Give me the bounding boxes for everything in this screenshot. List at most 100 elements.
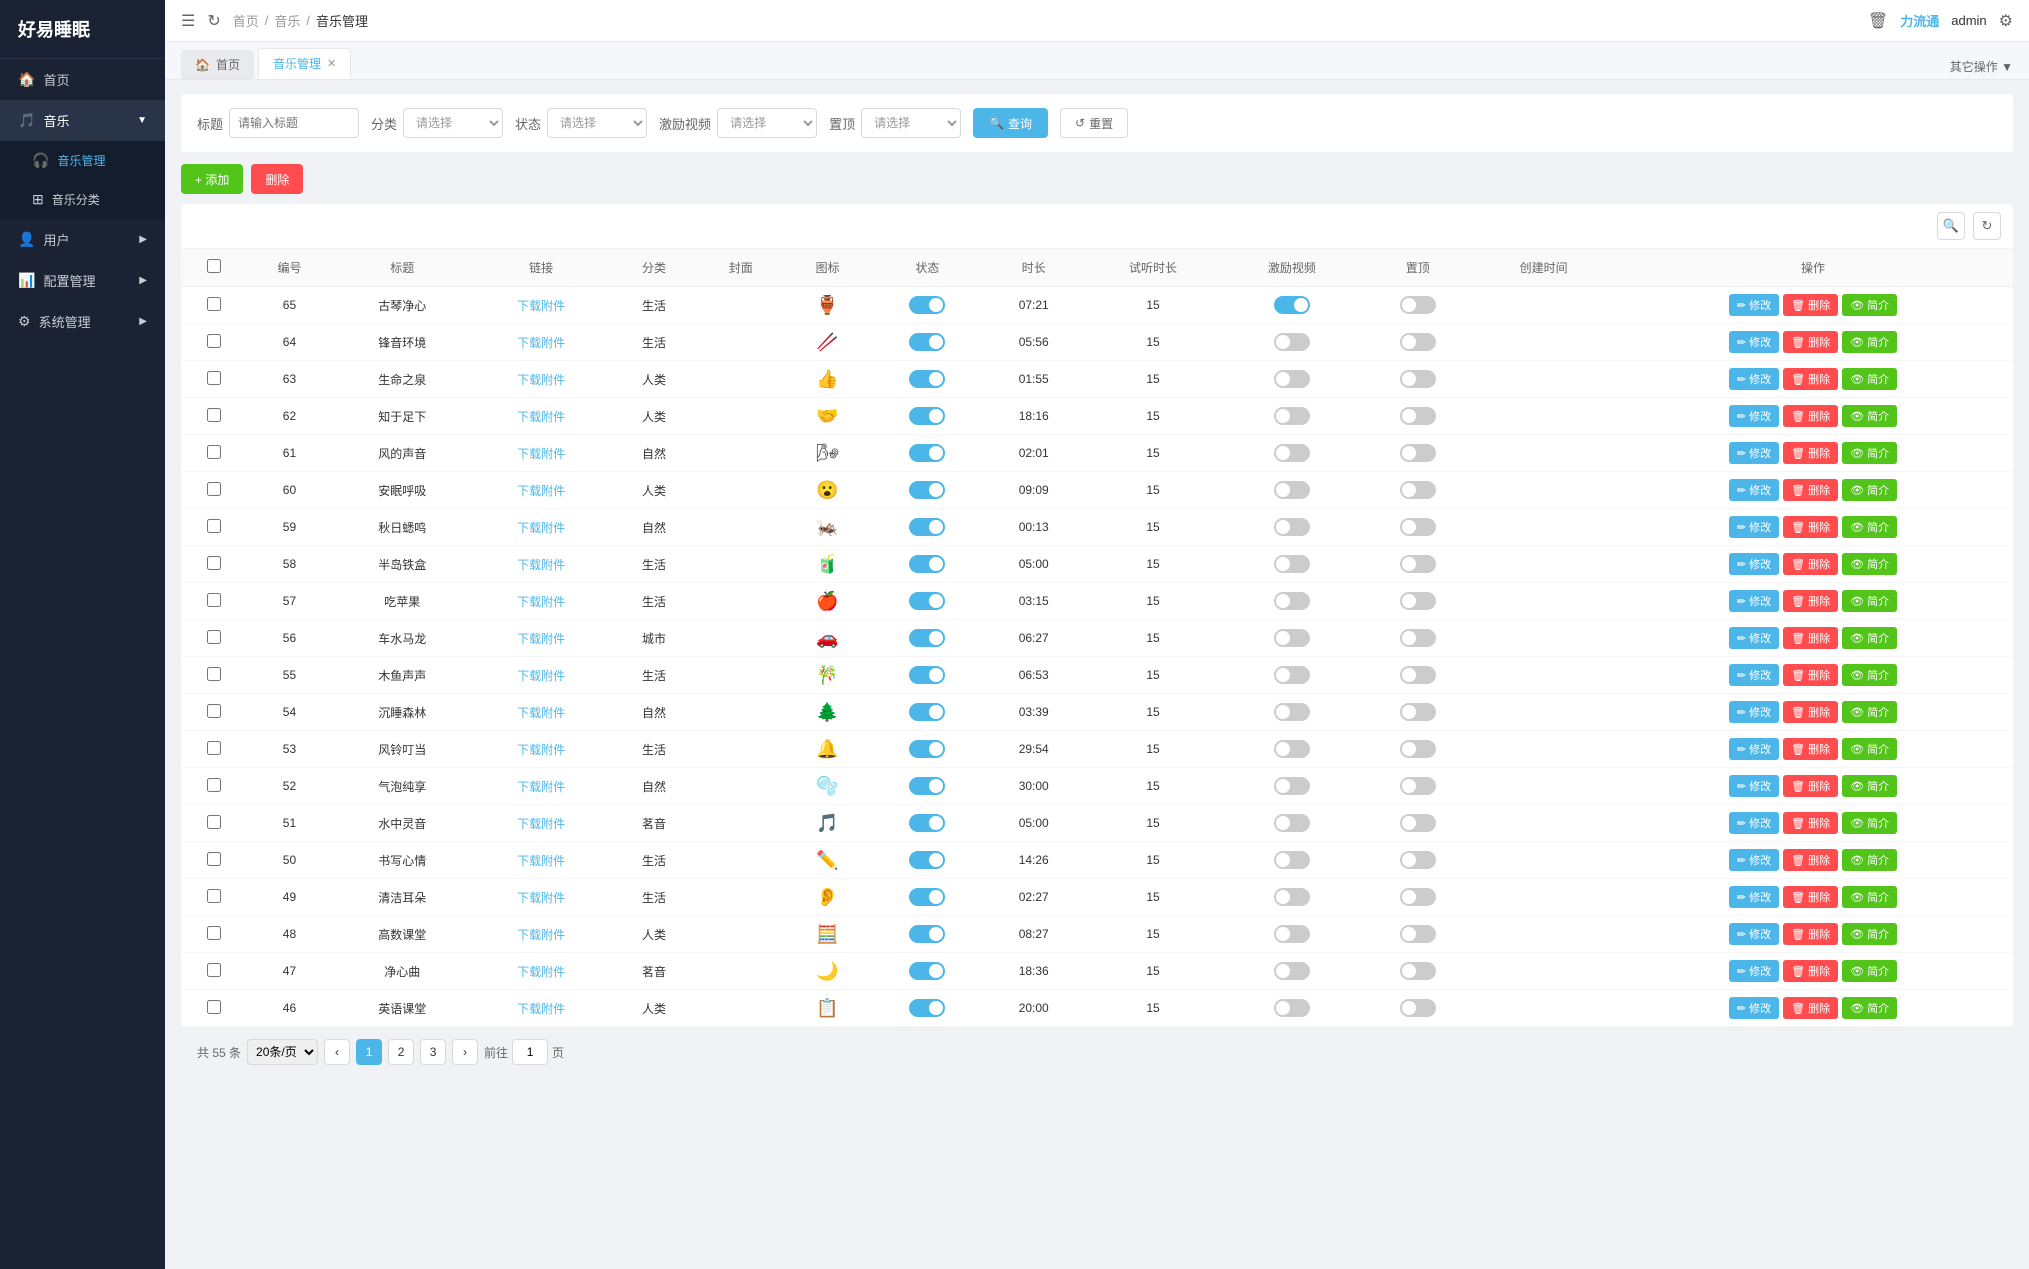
- row-link[interactable]: 下载附件: [472, 768, 611, 805]
- video-toggle[interactable]: [1274, 999, 1310, 1017]
- intro-button[interactable]: 👁 简介: [1842, 368, 1897, 390]
- tab-close-icon[interactable]: ✕: [327, 57, 336, 70]
- row-checkbox[interactable]: [207, 852, 221, 866]
- other-ops-dropdown[interactable]: 其它操作 ▼: [1950, 58, 2013, 79]
- status-toggle[interactable]: [909, 592, 945, 610]
- status-toggle[interactable]: [909, 999, 945, 1017]
- edit-button[interactable]: ✏ 修改: [1729, 405, 1779, 427]
- delete-button[interactable]: 🗑 删除: [1783, 294, 1838, 316]
- video-toggle[interactable]: [1274, 481, 1310, 499]
- row-checkbox[interactable]: [207, 445, 221, 459]
- intro-button[interactable]: 👁 简介: [1842, 516, 1897, 538]
- tab-home[interactable]: 🏠 首页: [181, 50, 254, 79]
- row-checkbox[interactable]: [207, 963, 221, 977]
- select-all-checkbox[interactable]: [207, 259, 221, 273]
- row-link[interactable]: 下载附件: [472, 287, 611, 324]
- edit-button[interactable]: ✏ 修改: [1729, 442, 1779, 464]
- status-toggle[interactable]: [909, 333, 945, 351]
- search-top-select[interactable]: 请选择: [861, 108, 961, 138]
- row-checkbox[interactable]: [207, 704, 221, 718]
- breadcrumb-music[interactable]: 音乐: [274, 11, 300, 30]
- top-toggle[interactable]: [1400, 777, 1436, 795]
- video-toggle[interactable]: [1274, 703, 1310, 721]
- row-link[interactable]: 下载附件: [472, 805, 611, 842]
- status-toggle[interactable]: [909, 370, 945, 388]
- top-toggle[interactable]: [1400, 555, 1436, 573]
- row-link[interactable]: 下载附件: [472, 435, 611, 472]
- video-toggle[interactable]: [1274, 629, 1310, 647]
- delete-button[interactable]: 🗑 删除: [1783, 886, 1838, 908]
- edit-button[interactable]: ✏ 修改: [1729, 849, 1779, 871]
- row-link[interactable]: 下载附件: [472, 842, 611, 879]
- row-checkbox[interactable]: [207, 667, 221, 681]
- sidebar-item-music[interactable]: 🎵 音乐 ▼: [0, 100, 165, 141]
- intro-button[interactable]: 👁 简介: [1842, 590, 1897, 612]
- reset-button[interactable]: ↺ 重置: [1060, 108, 1128, 138]
- intro-button[interactable]: 👁 简介: [1842, 701, 1897, 723]
- top-toggle[interactable]: [1400, 296, 1436, 314]
- row-checkbox[interactable]: [207, 815, 221, 829]
- intro-button[interactable]: 👁 简介: [1842, 294, 1897, 316]
- row-link[interactable]: 下载附件: [472, 916, 611, 953]
- top-toggle[interactable]: [1400, 481, 1436, 499]
- delete-button[interactable]: 🗑 删除: [1783, 331, 1838, 353]
- row-checkbox[interactable]: [207, 630, 221, 644]
- delete-button[interactable]: 🗑 删除: [1783, 627, 1838, 649]
- status-toggle[interactable]: [909, 407, 945, 425]
- intro-button[interactable]: 👁 简介: [1842, 405, 1897, 427]
- video-toggle[interactable]: [1274, 666, 1310, 684]
- top-toggle[interactable]: [1400, 999, 1436, 1017]
- page-jump-input[interactable]: [512, 1039, 548, 1065]
- intro-button[interactable]: 👁 简介: [1842, 775, 1897, 797]
- status-toggle[interactable]: [909, 777, 945, 795]
- video-toggle[interactable]: [1274, 296, 1310, 314]
- delete-button[interactable]: 🗑 删除: [1783, 442, 1838, 464]
- video-toggle[interactable]: [1274, 814, 1310, 832]
- row-checkbox[interactable]: [207, 519, 221, 533]
- top-toggle[interactable]: [1400, 370, 1436, 388]
- delete-button[interactable]: 🗑 删除: [1783, 405, 1838, 427]
- delete-button[interactable]: 🗑 删除: [1783, 775, 1838, 797]
- video-toggle[interactable]: [1274, 555, 1310, 573]
- row-link[interactable]: 下载附件: [472, 546, 611, 583]
- video-toggle[interactable]: [1274, 740, 1310, 758]
- edit-button[interactable]: ✏ 修改: [1729, 738, 1779, 760]
- top-toggle[interactable]: [1400, 962, 1436, 980]
- sidebar-item-config[interactable]: 📊 配置管理 ▶: [0, 260, 165, 301]
- sidebar-item-music-manage[interactable]: 🎧 音乐管理: [0, 141, 165, 180]
- row-link[interactable]: 下载附件: [472, 694, 611, 731]
- search-video-select[interactable]: 请选择: [717, 108, 817, 138]
- status-toggle[interactable]: [909, 740, 945, 758]
- intro-button[interactable]: 👁 简介: [1842, 553, 1897, 575]
- delete-button[interactable]: 🗑 删除: [1783, 553, 1838, 575]
- edit-button[interactable]: ✏ 修改: [1729, 331, 1779, 353]
- delete-button[interactable]: 🗑 删除: [1783, 590, 1838, 612]
- edit-button[interactable]: ✏ 修改: [1729, 886, 1779, 908]
- top-toggle[interactable]: [1400, 888, 1436, 906]
- top-toggle[interactable]: [1400, 518, 1436, 536]
- breadcrumb-home[interactable]: 首页: [233, 11, 259, 30]
- status-toggle[interactable]: [909, 518, 945, 536]
- page-2-button[interactable]: 2: [388, 1039, 414, 1065]
- intro-button[interactable]: 👁 简介: [1842, 886, 1897, 908]
- delete-button[interactable]: 🗑 删除: [1783, 812, 1838, 834]
- video-toggle[interactable]: [1274, 407, 1310, 425]
- video-toggle[interactable]: [1274, 851, 1310, 869]
- search-status-select[interactable]: 请选择: [547, 108, 647, 138]
- refresh-toolbar-icon[interactable]: ↻: [1973, 212, 2001, 240]
- status-toggle[interactable]: [909, 888, 945, 906]
- video-toggle[interactable]: [1274, 925, 1310, 943]
- row-link[interactable]: 下载附件: [472, 472, 611, 509]
- row-link[interactable]: 下载附件: [472, 879, 611, 916]
- row-checkbox[interactable]: [207, 482, 221, 496]
- row-link[interactable]: 下载附件: [472, 953, 611, 990]
- edit-button[interactable]: ✏ 修改: [1729, 701, 1779, 723]
- menu-toggle-icon[interactable]: ☰: [181, 11, 195, 31]
- search-category-select[interactable]: 请选择: [403, 108, 503, 138]
- delete-button[interactable]: 🗑 删除: [1783, 664, 1838, 686]
- prev-page-button[interactable]: ‹: [324, 1039, 350, 1065]
- status-toggle[interactable]: [909, 703, 945, 721]
- sidebar-item-music-category[interactable]: ⊞ 音乐分类: [0, 180, 165, 219]
- video-toggle[interactable]: [1274, 592, 1310, 610]
- intro-button[interactable]: 👁 简介: [1842, 812, 1897, 834]
